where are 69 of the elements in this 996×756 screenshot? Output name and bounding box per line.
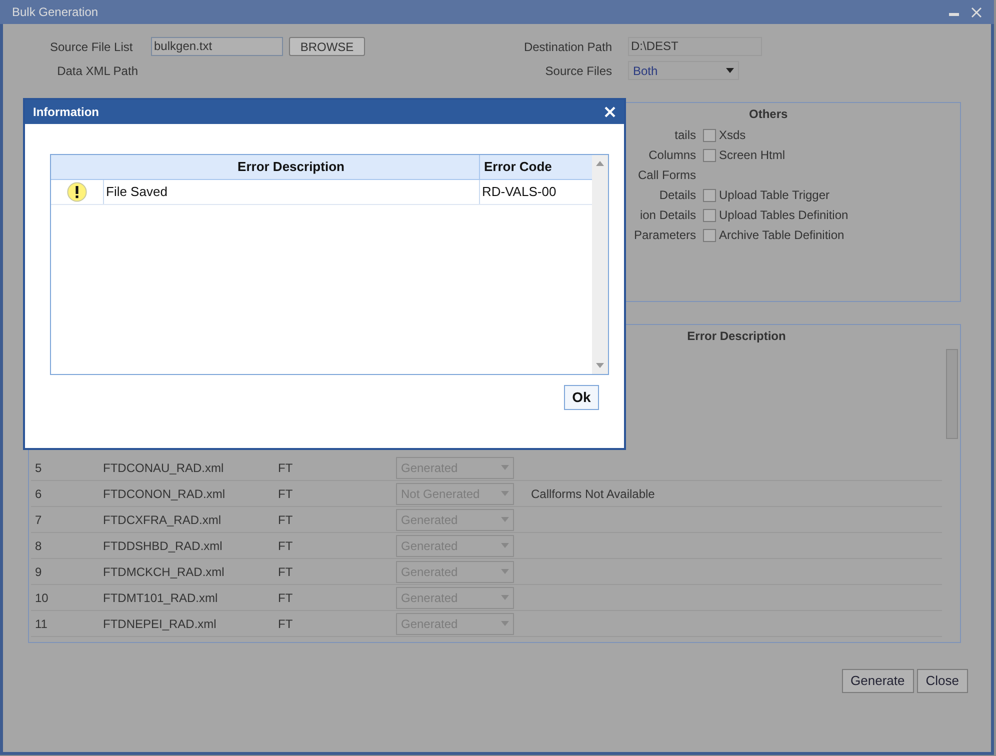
table-cell-text: 7: [34, 512, 43, 528]
option-label: tails: [674, 127, 696, 144]
caret-icon: [501, 621, 509, 626]
browse-button[interactable]: BROWSE: [289, 37, 365, 56]
column-header: Error Description: [236, 158, 346, 176]
option-label: Upload Tables Definition: [719, 207, 848, 224]
table-cell-text: 8: [34, 538, 43, 554]
option-label: Details: [658, 187, 696, 204]
destination-path-field[interactable]: D:\DEST: [628, 37, 762, 56]
option-label: Parameters: [632, 227, 696, 244]
scrollbar[interactable]: [592, 155, 608, 374]
caret-icon: [501, 595, 509, 600]
table-cell-text: FT: [278, 590, 294, 606]
table-cell-text: 10: [34, 590, 50, 606]
table-cell-text: FTDDSHBD_RAD.xml: [103, 538, 224, 554]
table-cell-text: 9: [34, 564, 43, 580]
field-label: Source Files: [544, 62, 612, 80]
caret-icon: [501, 569, 509, 574]
table-cell-text: FT: [278, 460, 294, 476]
table-cell-text: FTDNEPEI_RAD.xml: [103, 616, 218, 632]
table-cell-text: Callforms Not Available: [531, 486, 655, 502]
option-label: Xsds: [719, 127, 746, 144]
scroll-down-icon[interactable]: [596, 363, 604, 368]
dialog-title: Information: [33, 104, 99, 121]
option-label: Columns: [648, 147, 696, 164]
option-label: Screen Html: [719, 147, 786, 164]
checkbox[interactable]: [703, 128, 716, 142]
table-cell-text: 6: [34, 486, 43, 502]
minimize-icon[interactable]: [949, 13, 959, 17]
checkbox[interactable]: [703, 208, 716, 222]
table-cell-text: FT: [278, 486, 294, 502]
window-title: Bulk Generation: [12, 4, 98, 21]
table-cell-text: FTDMCKCH_RAD.xml: [103, 564, 226, 580]
caret-icon: [501, 543, 509, 548]
table-cell-text: FTDCXFRA_RAD.xml: [103, 512, 222, 528]
close-icon[interactable]: [971, 6, 982, 18]
option-label: Upload Table Trigger: [719, 187, 830, 204]
source-files-dropdown[interactable]: Both: [628, 61, 739, 80]
checkbox[interactable]: [703, 228, 716, 242]
checkbox[interactable]: [703, 188, 716, 202]
generate-button[interactable]: Generate: [842, 669, 914, 693]
table-cell-text: File Saved: [105, 183, 168, 202]
field-label: Data XML Path: [56, 62, 138, 80]
caret-icon: [501, 517, 509, 522]
caret-icon: [726, 68, 734, 73]
caret-icon: [501, 491, 509, 496]
caret-icon: [501, 465, 509, 470]
table-cell-text: FT: [278, 512, 294, 528]
option-label: Call Forms: [636, 167, 696, 184]
table-cell-text: 11: [34, 616, 48, 632]
column-header: Error Description: [686, 328, 787, 345]
table-cell-text: FTDCONON_RAD.xml: [103, 486, 226, 502]
scroll-up-icon[interactable]: [596, 161, 604, 166]
table-cell-text: FTDCONAU_RAD.xml: [103, 460, 225, 476]
panel-heading: Others: [749, 106, 788, 123]
field-label: Destination Path: [522, 38, 612, 56]
close-button[interactable]: Close: [916, 669, 968, 693]
ok-button[interactable]: Ok: [564, 385, 599, 410]
warning-icon: [67, 182, 87, 202]
option-label: ion Details: [638, 207, 696, 224]
table-cell-text: FTDMT101_RAD.xml: [103, 590, 219, 606]
option-label: Archive Table Definition: [719, 227, 844, 244]
field-label: Source File List: [49, 38, 134, 56]
source-file-field[interactable]: bulkgen.txt: [151, 37, 283, 56]
table-cell-text: FT: [278, 616, 294, 632]
table-cell-text: FT: [278, 538, 294, 554]
checkbox[interactable]: [703, 148, 716, 162]
table-cell-text: 5: [34, 460, 43, 476]
table-cell-text: FT: [278, 564, 294, 580]
